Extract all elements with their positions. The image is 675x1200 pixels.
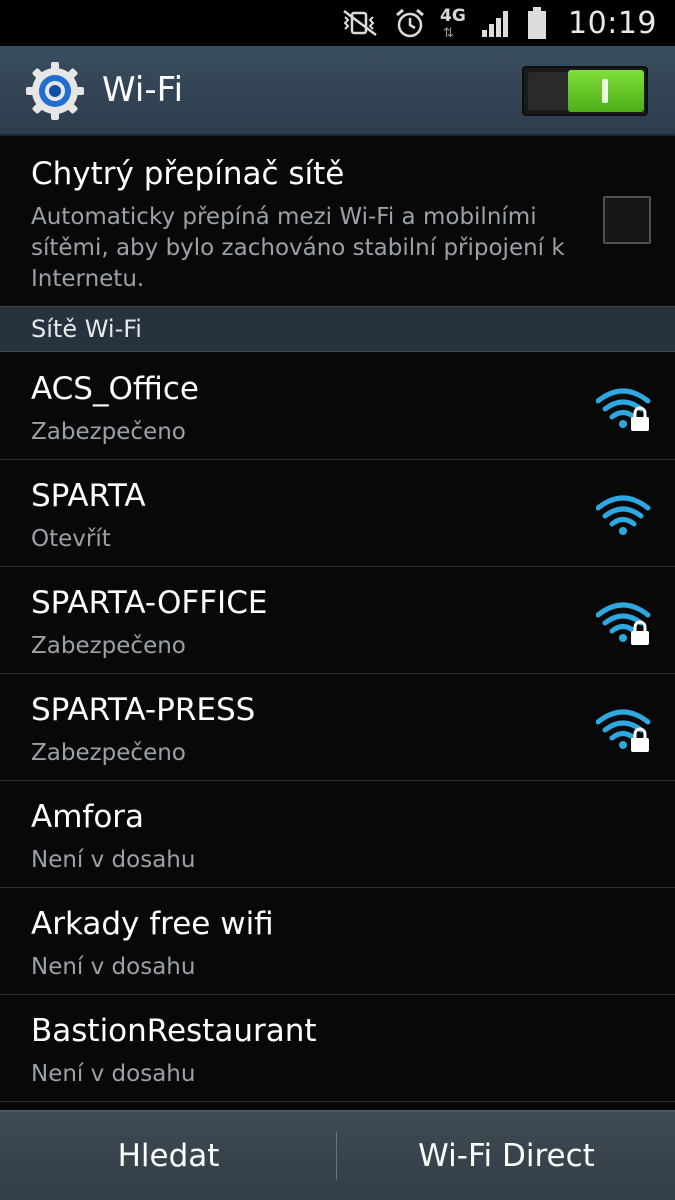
wifi-locked-icon (595, 387, 652, 433)
smart-network-switch-setting[interactable]: Chytrý přepínač sítě Automaticky přepíná… (0, 136, 675, 306)
network-item[interactable]: SPARTA Otevřít (0, 460, 675, 567)
smart-switch-description: Automaticky přepíná mezi Wi-Fi a mobilní… (31, 204, 565, 292)
section-title: Sítě Wi-Fi (31, 315, 142, 343)
status-bar: 4G ⇅ 10:19 (0, 0, 675, 46)
network-status: Není v dosahu (31, 954, 196, 980)
status-time: 10:19 (568, 5, 657, 41)
scan-button[interactable]: Hledat (0, 1112, 337, 1200)
network-name: Arkady free wifi (31, 906, 274, 942)
wifi-settings-screen: 4G ⇅ 10:19 Wi-Fi Chytrý přepínač sítě Au… (0, 0, 675, 1200)
network-status: Zabezpečeno (31, 740, 186, 766)
network-item[interactable]: SPARTA-PRESS Zabezpečeno (0, 674, 675, 781)
network-name: SPARTA-OFFICE (31, 585, 268, 621)
page-title: Wi-Fi (102, 70, 184, 110)
network-status: Zabezpečeno (31, 633, 186, 659)
network-name: Amfora (31, 799, 145, 835)
network-name: BastionRestaurant (31, 1013, 317, 1049)
wifi-master-toggle[interactable] (522, 66, 648, 116)
data-activity-arrows: ⇅ (443, 26, 454, 41)
smart-switch-title: Chytrý přepínač sítě (31, 156, 345, 192)
bottom-action-bar: Hledat Wi-Fi Direct (0, 1110, 675, 1200)
toggle-grip (602, 79, 608, 103)
wifi-icon (595, 494, 652, 540)
network-list: ACS_Office Zabezpečeno SPARTA Otevřít SP… (0, 353, 675, 1102)
network-item[interactable]: BastionRestaurant Není v dosahu (0, 995, 675, 1102)
network-name: SPARTA (31, 478, 146, 514)
network-status: Zabezpečeno (31, 419, 186, 445)
wifi-locked-icon (595, 601, 652, 647)
wifi-locked-icon (595, 708, 652, 754)
vibrate-mute-icon (340, 8, 380, 38)
alarm-icon (394, 7, 426, 39)
bottom-divider (336, 1132, 337, 1180)
network-item[interactable]: Amfora Není v dosahu (0, 781, 675, 888)
network-item[interactable]: Arkady free wifi Není v dosahu (0, 888, 675, 995)
network-status: Není v dosahu (31, 1061, 196, 1087)
network-4g-icon: 4G ⇅ (440, 6, 466, 40)
network-name: ACS_Office (31, 371, 199, 407)
wifi-networks-section-header: Sítě Wi-Fi (0, 306, 675, 352)
network-type-label: 4G (440, 6, 466, 26)
battery-icon (526, 6, 548, 40)
settings-gear-icon[interactable] (24, 60, 86, 122)
wifi-direct-button[interactable]: Wi-Fi Direct (338, 1112, 675, 1200)
toggle-thumb[interactable] (568, 70, 644, 112)
network-status: Není v dosahu (31, 847, 196, 873)
action-bar: Wi-Fi (0, 46, 675, 136)
network-name: SPARTA-PRESS (31, 692, 256, 728)
network-item[interactable]: SPARTA-OFFICE Zabezpečeno (0, 567, 675, 674)
signal-strength-icon (480, 8, 512, 38)
smart-switch-checkbox[interactable] (603, 196, 651, 244)
network-status: Otevřít (31, 526, 111, 552)
network-item[interactable]: ACS_Office Zabezpečeno (0, 353, 675, 460)
